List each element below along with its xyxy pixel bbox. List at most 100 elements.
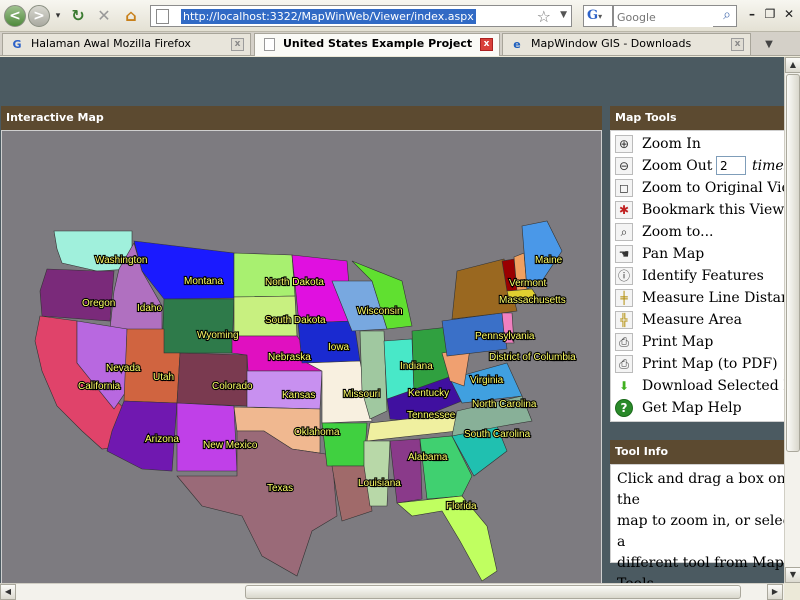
minimize-icon[interactable]: – xyxy=(744,6,760,22)
tool-download-layer[interactable]: ⬇ Download Selected Layer xyxy=(611,375,784,397)
stop-icon[interactable]: ✕ xyxy=(94,6,114,26)
tool-label[interactable]: Zoom Out xyxy=(642,156,712,176)
label-louisiana: Louisiana xyxy=(358,478,401,489)
label-tennessee: Tennessee xyxy=(407,410,456,421)
scroll-right-icon[interactable]: ▶ xyxy=(767,584,783,600)
close-window-icon[interactable]: ✕ xyxy=(781,6,797,22)
vertical-scroll-thumb[interactable] xyxy=(786,74,800,452)
download-arrow-icon: ⬇ xyxy=(618,379,630,393)
tool-label[interactable]: Download Selected Layer xyxy=(642,376,784,396)
tab-mapwindow-downloads[interactable]: e MapWindow GIS - Downloads x xyxy=(502,33,751,55)
close-tab-icon[interactable]: x xyxy=(231,38,244,51)
tool-print-pdf[interactable]: ⎙ Print Map (to PDF) xyxy=(611,353,784,375)
search-input[interactable] xyxy=(617,8,713,27)
tool-zoom-in[interactable]: ⊕ Zoom In xyxy=(611,133,784,155)
url-dropdown-icon[interactable]: ▼ xyxy=(560,10,567,20)
tool-label[interactable]: Zoom to Original View xyxy=(642,178,784,198)
tab-list-arrow-icon[interactable]: ▼ xyxy=(758,36,780,54)
label-north-dakota: North Dakota xyxy=(265,277,324,288)
tool-get-help[interactable]: ? Get Map Help xyxy=(611,397,784,419)
state-wyoming xyxy=(161,298,235,354)
vertical-scrollbar[interactable]: ▲ ▼ xyxy=(784,57,800,583)
tool-label[interactable]: Pan Map xyxy=(642,244,704,264)
page-icon xyxy=(156,9,169,24)
label-wisconsin: Wisconsin xyxy=(357,306,403,317)
tool-pan-map[interactable]: ☚ Pan Map xyxy=(611,243,784,265)
tool-info-title: Tool Info xyxy=(610,440,784,464)
scrollbar-corner xyxy=(784,583,800,600)
label-pennsylvania: Pennsylvania xyxy=(475,331,535,342)
label-missouri: Missouri xyxy=(343,389,380,400)
tool-info-panel: Click and drag a box on the map to zoom … xyxy=(610,464,784,583)
tool-measure-line[interactable]: ╪ Measure Line Distance xyxy=(611,287,784,309)
tool-identify-features[interactable]: ⓘ Identify Features xyxy=(611,265,784,287)
label-idaho: Idaho xyxy=(137,303,162,314)
ruler-line-icon: ╪ xyxy=(615,289,633,307)
tool-info-line: different tool from Map Tools. xyxy=(617,555,784,583)
printer-icon: ⎙ xyxy=(615,333,633,351)
us-states-map[interactable]: Washington Oregon California Idaho Nevad… xyxy=(2,131,601,583)
forward-button[interactable]: > xyxy=(28,5,50,27)
label-colorado: Colorado xyxy=(212,381,253,392)
horizontal-scroll-thumb[interactable] xyxy=(245,585,741,599)
label-south-dakota: South Dakota xyxy=(265,315,326,326)
back-button[interactable]: < xyxy=(4,5,26,27)
address-bar[interactable]: http://localhost:3322/MapWinWeb/Viewer/i… xyxy=(150,5,572,27)
state-oregon xyxy=(39,268,115,322)
address-url[interactable]: http://localhost:3322/MapWinWeb/Viewer/i… xyxy=(181,9,476,24)
tool-info-line: Click and drag a box on the xyxy=(617,471,784,508)
tool-measure-area[interactable]: ╬ Measure Area xyxy=(611,309,784,331)
page-favicon-icon xyxy=(264,38,275,51)
tool-bookmark-view[interactable]: ✱ Bookmark this View xyxy=(611,199,784,221)
state-colorado xyxy=(176,352,248,407)
google-icon: G xyxy=(587,8,599,23)
tool-zoom-to[interactable]: ⌕ Zoom to... xyxy=(611,221,784,243)
search-icon[interactable]: ⌕ xyxy=(723,7,731,23)
tool-print-map[interactable]: ⎙ Print Map xyxy=(611,331,784,353)
tool-label[interactable]: Print Map xyxy=(642,332,713,352)
tool-label[interactable]: Measure Line Distance xyxy=(642,288,784,308)
tool-info-line: map to zoom in, or select a xyxy=(617,513,784,550)
label-indiana: Indiana xyxy=(400,361,433,372)
label-alabama: Alabama xyxy=(408,452,448,463)
restore-icon[interactable]: ❐ xyxy=(762,6,778,22)
tool-label[interactable]: Identify Features xyxy=(642,266,764,286)
zoom-times-input[interactable] xyxy=(716,156,746,175)
history-dropdown-icon[interactable]: ▾ xyxy=(48,6,68,26)
label-oregon: Oregon xyxy=(82,298,115,309)
bookmark-star-icon[interactable]: ☆ xyxy=(537,7,551,26)
close-tab-icon[interactable]: x xyxy=(731,38,744,51)
tool-label[interactable]: Measure Area xyxy=(642,310,742,330)
tab-united-states-example[interactable]: United States Example Project x xyxy=(254,33,500,56)
label-virginia: Virginia xyxy=(470,375,504,386)
tool-zoom-original[interactable]: ◻ Zoom to Original View xyxy=(611,177,784,199)
reload-icon[interactable]: ↻ xyxy=(68,6,88,26)
tab-label: United States Example Project xyxy=(283,37,473,50)
tool-label[interactable]: Zoom In xyxy=(642,134,701,154)
map-tools-panel: ⊕ Zoom In ⊖ Zoom Out times ◻ Zoom to Ori… xyxy=(610,130,784,422)
close-tab-icon[interactable]: x xyxy=(480,38,493,51)
tool-label[interactable]: Zoom to... xyxy=(642,222,713,242)
tool-label[interactable]: Print Map (to PDF) xyxy=(642,354,778,374)
horizontal-scrollbar[interactable]: ◀ ▶ xyxy=(0,583,784,600)
scroll-left-icon[interactable]: ◀ xyxy=(0,584,16,600)
label-utah: Utah xyxy=(153,372,174,383)
label-south-carolina: South Carolina xyxy=(464,429,531,440)
tool-zoom-out[interactable]: ⊖ Zoom Out times xyxy=(611,155,784,177)
tab-firefox-start[interactable]: G Halaman Awal Mozilla Firefox x xyxy=(2,33,251,55)
tool-label[interactable]: Get Map Help xyxy=(642,398,742,418)
interactive-map[interactable]: Washington Oregon California Idaho Nevad… xyxy=(1,130,602,583)
google-favicon-icon: G xyxy=(12,38,22,51)
label-north-carolina: North Carolina xyxy=(472,399,537,410)
bookmark-icon: ✱ xyxy=(615,201,633,219)
scroll-up-icon[interactable]: ▲ xyxy=(785,57,800,73)
home-icon[interactable]: ⌂ xyxy=(121,6,141,26)
ie-favicon-icon: e xyxy=(513,38,521,51)
search-engine-selector[interactable]: G▾ xyxy=(583,5,613,27)
state-north-dakota xyxy=(233,252,296,298)
search-box[interactable]: ⌕ xyxy=(613,5,737,27)
scroll-down-icon[interactable]: ▼ xyxy=(785,567,800,583)
map-tools-title: Map Tools xyxy=(610,106,784,130)
state-alabama xyxy=(389,438,423,504)
tool-label[interactable]: Bookmark this View xyxy=(642,200,784,220)
